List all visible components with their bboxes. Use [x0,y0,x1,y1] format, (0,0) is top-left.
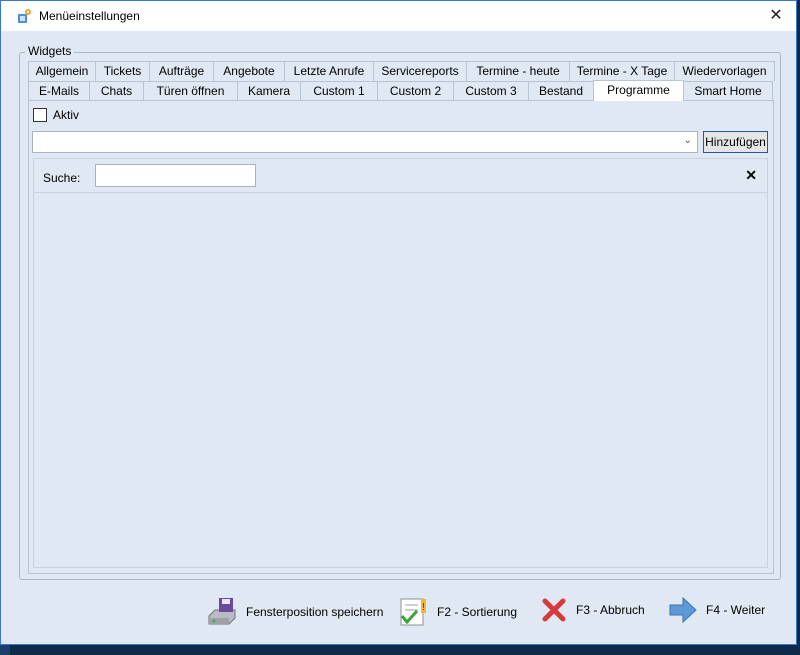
checklist-icon: ! [400,598,426,626]
tab-servicereports[interactable]: Servicereports [373,61,467,81]
close-icon[interactable]: ✕ [762,5,790,27]
chevron-down-icon[interactable]: ⌄ [684,135,692,146]
search-input[interactable] [95,164,256,187]
tab-angebote[interactable]: Angebote [213,61,285,81]
next-label: F4 - Weiter [706,603,766,617]
window-title: Menüeinstellungen [39,9,140,23]
save-position-label: Fensterposition speichern [246,605,384,619]
tab-tueren-oeffnen[interactable]: Türen öffnen [143,81,238,101]
cancel-x-icon [542,598,566,622]
sort-button[interactable]: ! F2 - Sortierung [397,596,517,628]
tab-e-mails[interactable]: E-Mails [28,81,90,101]
title-bar: Menüeinstellungen ✕ [1,1,796,31]
tab-programme[interactable]: Programme [593,80,684,101]
tab-smart-home[interactable]: Smart Home [683,81,773,101]
search-label: Suche: [43,171,81,185]
program-select[interactable]: ⌄ [32,131,698,153]
tab-termine-heute[interactable]: Termine - heute [466,61,570,81]
tab-bestand[interactable]: Bestand [528,81,594,101]
aktiv-checkbox-row[interactable]: Aktiv [33,108,79,122]
tab-row-2: E-Mails Chats Türen öffnen Kamera Custom… [28,80,773,101]
tab-custom-2[interactable]: Custom 2 [377,81,454,101]
aktiv-label: Aktiv [53,108,80,122]
tab-tickets[interactable]: Tickets [95,61,150,81]
tab-wiedervorlagen[interactable]: Wiedervorlagen [674,61,775,81]
add-button[interactable]: Hinzufügen [703,131,768,153]
clear-icon[interactable]: ✕ [745,167,757,184]
tab-custom-1[interactable]: Custom 1 [300,81,378,101]
drive-save-icon [208,598,236,625]
tab-chats[interactable]: Chats [89,81,144,101]
tab-allgemein[interactable]: Allgemein [28,61,96,81]
tab-auftraege[interactable]: Aufträge [149,61,214,81]
arrow-right-icon [669,596,697,624]
sort-label: F2 - Sortierung [437,605,518,619]
cancel-button[interactable]: F3 - Abbruch [540,596,645,624]
app-icon [18,9,31,23]
svg-text:!: ! [422,602,425,613]
tab-row-1: Allgemein Tickets Aufträge Angebote Letz… [28,61,775,81]
tab-custom-3[interactable]: Custom 3 [453,81,529,101]
save-position-button[interactable]: Fensterposition speichern [206,596,383,628]
cancel-label: F3 - Abbruch [576,603,645,617]
widgets-legend: Widgets [25,44,75,58]
tab-kamera[interactable]: Kamera [237,81,301,101]
tab-termine-x-tage[interactable]: Termine - X Tage [569,61,675,81]
tab-letzte-anrufe[interactable]: Letzte Anrufe [284,61,374,81]
aktiv-checkbox[interactable] [33,108,47,122]
search-bar: Suche: ✕ [34,159,767,193]
program-list-panel: Suche: ✕ [33,158,768,568]
next-button[interactable]: F4 - Weiter [668,596,765,624]
